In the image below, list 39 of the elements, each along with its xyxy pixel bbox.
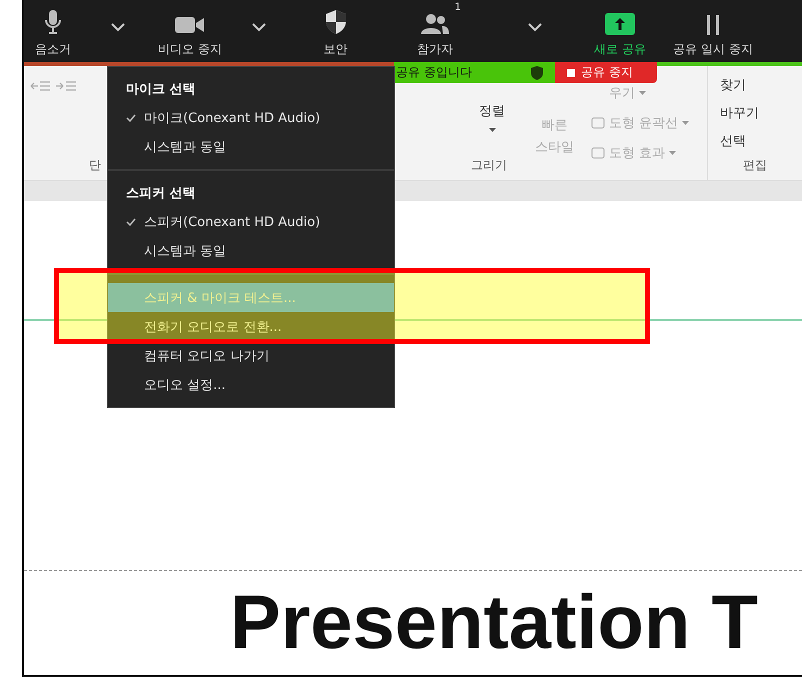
toolbar-button[interactable]: 음소거 bbox=[35, 0, 71, 58]
shield-icon bbox=[324, 9, 346, 35]
sharing-status-bar: 공유 중입니다 bbox=[394, 62, 555, 83]
edit-command[interactable]: 찾기 bbox=[720, 76, 759, 94]
slide-title: Presentation T bbox=[230, 585, 759, 661]
dropdown-arrow-icon bbox=[639, 91, 646, 95]
dropdown-arrow-icon bbox=[682, 121, 690, 125]
people-icon bbox=[420, 13, 450, 35]
toolbar-button[interactable]: 공유 일시 중지 bbox=[673, 0, 753, 58]
toolbar-button[interactable]: 보안 bbox=[324, 0, 348, 58]
check-icon bbox=[126, 114, 136, 122]
group-label: 편집 bbox=[742, 157, 768, 174]
menu-item[interactable]: 시스템과 동일 bbox=[108, 132, 394, 161]
menu-item[interactable]: 컴퓨터 오디오 나가기 bbox=[108, 341, 394, 370]
group-label: 단 bbox=[88, 157, 102, 174]
check-icon bbox=[126, 218, 136, 226]
arrange-button[interactable]: 정렬 bbox=[479, 102, 505, 132]
indent-icon bbox=[30, 80, 78, 92]
shield-icon bbox=[531, 66, 543, 80]
menu-header: 스피커 선택 bbox=[125, 185, 197, 203]
toolbar-button[interactable]: 새로 공유 bbox=[594, 0, 646, 58]
pause-icon bbox=[706, 15, 720, 35]
menu-item[interactable]: 스피커(Conexant HD Audio) bbox=[108, 207, 394, 236]
microphone-icon bbox=[45, 9, 61, 35]
edit-command[interactable]: 선택 bbox=[720, 132, 759, 150]
edit-command[interactable]: 바꾸기 bbox=[720, 104, 759, 122]
toolbar-button[interactable]: 비디오 중지 bbox=[158, 0, 222, 58]
count-label: 1 bbox=[454, 2, 461, 13]
menu-item[interactable]: 마이크(Conexant HD Audio) bbox=[108, 103, 394, 132]
dropdown-arrow-icon bbox=[488, 128, 496, 132]
shape-icon bbox=[591, 117, 605, 129]
group-label: 그리기 bbox=[470, 157, 508, 174]
menu-header: 마이크 선택 bbox=[125, 81, 197, 99]
stop-share-button[interactable]: 공유 중지 bbox=[555, 62, 657, 83]
video-camera-icon bbox=[174, 15, 205, 35]
dropdown-arrow-icon bbox=[669, 151, 676, 155]
shape-icon bbox=[591, 147, 605, 159]
menu-item[interactable]: 오디오 설정... bbox=[108, 370, 394, 399]
menu-item[interactable]: 시스템과 동일 bbox=[108, 236, 394, 265]
